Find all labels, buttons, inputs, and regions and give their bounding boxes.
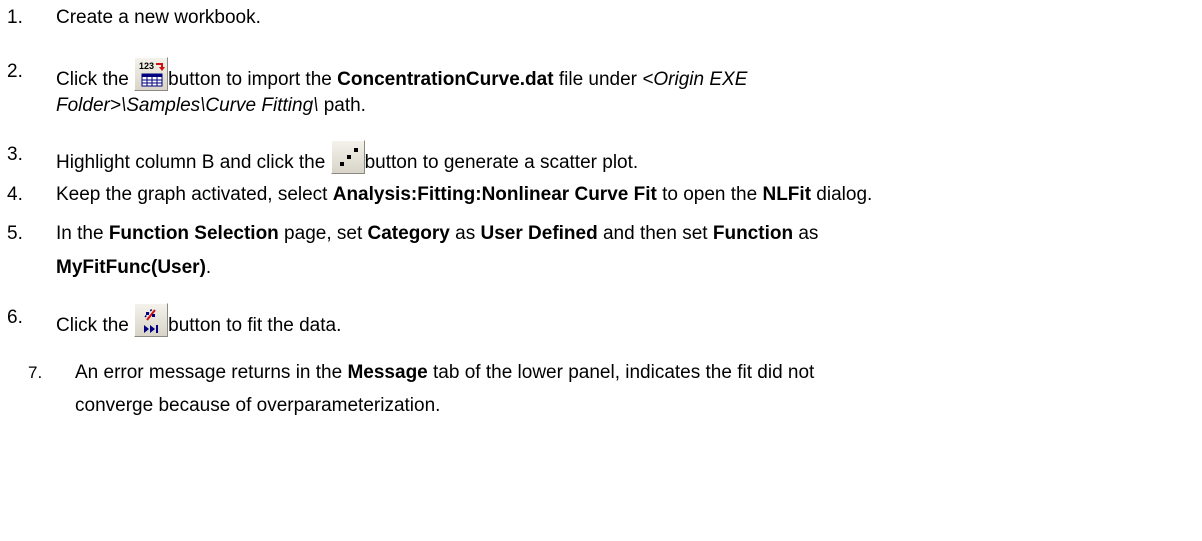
step-5-text-1: In the bbox=[56, 223, 109, 244]
step-text: An error message returns in the Message … bbox=[75, 358, 814, 388]
step-1-text: Create a new workbook. bbox=[56, 7, 261, 28]
step-text: In the Function Selection page, set Cate… bbox=[56, 219, 818, 249]
step-text: converge because of overparameterization… bbox=[75, 391, 440, 421]
menu-path: Analysis:Fitting:Nonlinear Curve Fit bbox=[332, 184, 657, 205]
step-2-after: button to import the bbox=[168, 69, 338, 90]
step-4-middle: to open the bbox=[656, 184, 763, 205]
path-word: path. bbox=[318, 95, 366, 116]
step-number: 7. bbox=[28, 363, 43, 382]
step-text: Click the 123 button to import the Conce… bbox=[56, 57, 747, 95]
file-name: ConcentrationCurve.dat bbox=[337, 69, 554, 90]
step-4-before: Keep the graph activated, select bbox=[56, 184, 333, 205]
step-text: Highlight column B and click the button … bbox=[56, 140, 638, 178]
fit-till-converged-icon[interactable] bbox=[134, 303, 169, 337]
step-text: Folder>\Samples\Curve Fitting\ path. bbox=[56, 91, 366, 121]
step-7-after: tab of the lower panel, indicates the fi… bbox=[427, 362, 815, 383]
import-ascii-icon[interactable]: 123 bbox=[134, 57, 169, 91]
step-4-after: dialog. bbox=[811, 184, 873, 205]
step-text: Create a new workbook. bbox=[56, 3, 261, 33]
step-number: 3. bbox=[7, 144, 23, 165]
step-2-under: file under bbox=[553, 69, 643, 90]
dialog-name: NLFit bbox=[762, 184, 812, 205]
step-2-before: Click the bbox=[56, 69, 135, 90]
function-label: Function bbox=[712, 223, 794, 244]
step-7-before: An error message returns in the bbox=[75, 362, 348, 383]
step-number: 1. bbox=[7, 7, 23, 28]
message-tab-label: Message bbox=[347, 362, 428, 383]
function-value: MyFitFunc(User) bbox=[56, 257, 206, 278]
step-number: 4. bbox=[7, 184, 23, 205]
path-part-2: Folder>\Samples\Curve Fitting\ bbox=[56, 95, 319, 116]
step-7-line-2: converge because of overparameterization… bbox=[75, 395, 441, 416]
step-text: Keep the graph activated, select Analysi… bbox=[56, 180, 872, 210]
step-number: 5. bbox=[7, 223, 23, 244]
scatter-plot-icon[interactable] bbox=[330, 140, 365, 174]
step-3-after: button to generate a scatter plot. bbox=[364, 152, 639, 173]
step-6-after: button to fit the data. bbox=[168, 315, 342, 336]
step-6-before: Click the bbox=[56, 315, 135, 336]
step-text: MyFitFunc(User). bbox=[56, 253, 211, 283]
step-number: 2. bbox=[7, 61, 23, 82]
category-value: User Defined bbox=[480, 223, 598, 244]
step-5-text-5: as bbox=[793, 223, 819, 244]
step-5-text-2: page, set bbox=[278, 223, 368, 244]
svg-text:123: 123 bbox=[139, 61, 154, 71]
step-3-before: Highlight column B and click the bbox=[56, 152, 331, 173]
step-5-text-4: and then set bbox=[597, 223, 713, 244]
step-text: Click the button to fit the data. bbox=[56, 303, 341, 341]
path-part-1: <Origin EXE bbox=[642, 69, 748, 90]
function-selection-label: Function Selection bbox=[108, 223, 279, 244]
step-number: 6. bbox=[7, 307, 23, 328]
category-label: Category bbox=[367, 223, 450, 244]
step-5-text-3: as bbox=[449, 223, 481, 244]
step-5-text-6: . bbox=[205, 257, 212, 278]
